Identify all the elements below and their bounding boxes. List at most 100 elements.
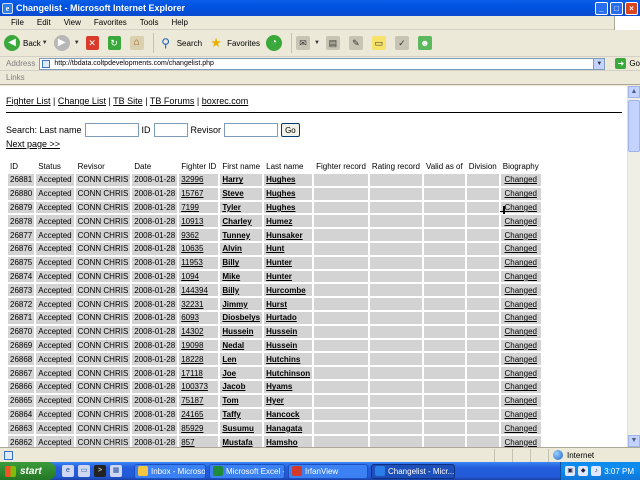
minimize-button[interactable]: _ <box>595 1 608 15</box>
address-url[interactable]: http://tbdata.coltpdevelopments.com/chan… <box>54 60 593 67</box>
refresh-button[interactable]: ↻ <box>107 36 124 50</box>
chevron-down-icon[interactable]: ▼ <box>42 40 48 46</box>
chevron-down-icon[interactable]: ▼ <box>74 40 80 46</box>
last-name-link[interactable]: Hyer <box>264 394 313 407</box>
first-name-link[interactable]: Mike <box>220 270 263 283</box>
first-name-link[interactable]: Mustafa <box>220 436 263 447</box>
home-button[interactable]: ⌂ <box>129 36 147 50</box>
first-name-link[interactable]: Nedal <box>220 339 263 352</box>
first-name-link[interactable]: Steve <box>220 187 263 200</box>
biography-link[interactable]: Changed <box>500 242 541 255</box>
biography-link[interactable]: Changed <box>500 298 541 310</box>
history-button[interactable]: ◔ <box>265 35 285 51</box>
last-name-link[interactable]: Hamsho <box>264 436 313 447</box>
last-name-link[interactable]: Hussein <box>264 339 313 352</box>
biography-link[interactable]: Changed <box>500 436 541 447</box>
biography-link[interactable]: Changed <box>500 256 541 269</box>
forward-button[interactable]: ▶ ▼ <box>53 35 80 51</box>
lastname-input[interactable] <box>84 123 139 137</box>
first-name-link[interactable]: Tom <box>220 394 263 407</box>
fighter-id-link[interactable]: 100373 <box>179 380 219 393</box>
last-name-link[interactable]: Hancock <box>264 408 313 421</box>
last-name-link[interactable]: Hanagata <box>264 422 313 435</box>
taskbar-button[interactable]: Inbox - Microsoft... <box>134 463 206 479</box>
biography-link[interactable]: Changed <box>500 311 541 324</box>
last-name-link[interactable]: Hurtado <box>264 311 313 324</box>
menu-tools[interactable]: Tools <box>140 18 159 27</box>
biography-link[interactable]: Changed <box>500 380 541 393</box>
first-name-link[interactable]: Tyler <box>220 201 263 214</box>
nav-fighter-list[interactable]: Fighter List <box>6 96 51 106</box>
biography-link[interactable]: Changed <box>500 187 541 200</box>
last-name-link[interactable]: Hurcombe <box>264 284 313 297</box>
ie-quicklaunch-icon[interactable]: e <box>62 465 74 477</box>
first-name-link[interactable]: Susumu <box>220 422 263 435</box>
fighter-id-link[interactable]: 32231 <box>179 298 219 310</box>
maximize-button[interactable]: □ <box>610 1 623 15</box>
go-arrow-icon[interactable]: ➜ <box>615 58 627 69</box>
taskbar-button[interactable]: IrfanView <box>288 463 368 479</box>
fighter-id-link[interactable]: 24165 <box>179 408 219 421</box>
nav-tb-forums[interactable]: TB Forums <box>150 96 195 106</box>
fighter-id-link[interactable]: 10635 <box>179 242 219 255</box>
scroll-up-icon[interactable]: ▲ <box>628 86 640 98</box>
first-name-link[interactable]: Billy <box>220 284 263 297</box>
fighter-id-link[interactable]: 15767 <box>179 187 219 200</box>
taskbar-button[interactable]: Changelist - Micr... <box>371 463 455 479</box>
app-quicklaunch-icon[interactable]: ▦ <box>110 465 122 477</box>
first-name-link[interactable]: Billy <box>220 256 263 269</box>
cmd-icon[interactable]: > <box>94 465 106 477</box>
first-name-link[interactable]: Harry <box>220 174 263 186</box>
back-button[interactable]: ◀ Back ▼ <box>4 35 48 51</box>
biography-link[interactable]: Changed <box>500 284 541 297</box>
biography-link[interactable]: Changed <box>500 270 541 283</box>
discuss-button[interactable]: ▭ <box>371 36 389 50</box>
scroll-thumb[interactable] <box>628 100 640 152</box>
fighter-id-link[interactable]: 9362 <box>179 229 219 241</box>
nav-tb-site[interactable]: TB Site <box>113 96 143 106</box>
fighter-id-link[interactable]: 6093 <box>179 311 219 324</box>
fighter-id-link[interactable]: 10913 <box>179 215 219 228</box>
last-name-link[interactable]: Hutchinson <box>264 367 313 379</box>
last-name-link[interactable]: Humez <box>264 215 313 228</box>
desktop-icon[interactable]: ▭ <box>78 465 90 477</box>
fighter-id-link[interactable]: 85929 <box>179 422 219 435</box>
biography-link[interactable]: Changed <box>500 367 541 379</box>
nav-boxrec[interactable]: boxrec.com <box>202 96 249 106</box>
last-name-link[interactable]: Hughes <box>264 201 313 214</box>
first-name-link[interactable]: Hussein <box>220 325 263 338</box>
chevron-down-icon[interactable]: ▼ <box>314 40 320 46</box>
first-name-link[interactable]: Tunney <box>220 229 263 241</box>
revisor-input[interactable] <box>224 123 279 137</box>
print-button[interactable]: ▤ <box>325 36 343 50</box>
last-name-link[interactable]: Hutchins <box>264 353 313 366</box>
first-name-link[interactable]: Jacob <box>220 380 263 393</box>
address-input[interactable]: http://tbdata.coltpdevelopments.com/chan… <box>39 57 606 70</box>
biography-link[interactable]: Changed <box>500 408 541 421</box>
start-button[interactable]: start <box>0 462 56 480</box>
first-name-link[interactable]: Taffy <box>220 408 263 421</box>
biography-link[interactable]: Changed <box>500 353 541 366</box>
fighter-id-link[interactable]: 14302 <box>179 325 219 338</box>
first-name-link[interactable]: Jimmy <box>220 298 263 310</box>
fighter-id-link[interactable]: 144394 <box>179 284 219 297</box>
chevron-down-icon[interactable]: ▼ <box>593 58 605 69</box>
menu-edit[interactable]: Edit <box>37 18 51 27</box>
last-name-link[interactable]: Hunter <box>264 270 313 283</box>
tray-volume-icon[interactable]: ♪ <box>591 466 602 476</box>
id-input[interactable] <box>153 123 188 137</box>
fighter-id-link[interactable]: 19098 <box>179 339 219 352</box>
menu-favorites[interactable]: Favorites <box>94 18 127 27</box>
tray-network-icon[interactable]: ▣ <box>565 466 576 476</box>
first-name-link[interactable]: Joe <box>220 367 263 379</box>
fighter-id-link[interactable]: 7199 <box>179 201 219 214</box>
first-name-link[interactable]: Alvin <box>220 242 263 255</box>
search-go-button[interactable]: Go <box>281 123 300 137</box>
nav-change-list[interactable]: Change List <box>58 96 106 106</box>
first-name-link[interactable]: Diosbelys <box>220 311 263 324</box>
last-name-link[interactable]: Hussein <box>264 325 313 338</box>
next-page-link[interactable]: Next page >> <box>6 139 60 149</box>
first-name-link[interactable]: Len <box>220 353 263 366</box>
edit-button[interactable]: ✎ <box>348 36 366 50</box>
last-name-link[interactable]: Hughes <box>264 174 313 186</box>
